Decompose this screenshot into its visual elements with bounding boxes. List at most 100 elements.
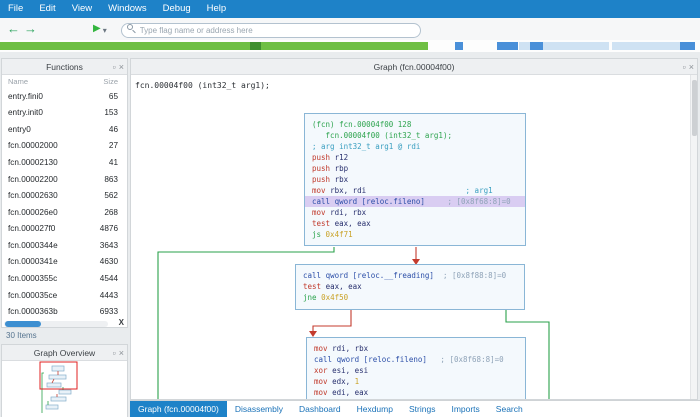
graph-undock-icon[interactable]: ▫ bbox=[683, 59, 686, 75]
asm-line[interactable]: xor esi, esi bbox=[314, 365, 518, 376]
asm-line[interactable]: test eax, eax bbox=[312, 218, 518, 229]
memory-segment[interactable] bbox=[530, 42, 543, 50]
tab-graph-fcn-00004f00[interactable]: Graph (fcn.00004f00) bbox=[130, 401, 227, 417]
tab-disassembly[interactable]: Disassembly bbox=[227, 401, 291, 417]
menu-file[interactable]: File bbox=[0, 0, 31, 18]
hscrollbar-track[interactable] bbox=[4, 321, 108, 327]
hscrollbar-thumb[interactable] bbox=[5, 321, 41, 327]
graph-overview-minimap[interactable] bbox=[2, 361, 127, 417]
graph-overview-title: Graph Overview bbox=[34, 348, 95, 358]
asm-line[interactable]: (fcn) fcn.00004f00 128 bbox=[312, 119, 518, 130]
play-dropdown-icon[interactable]: ▾ bbox=[103, 26, 107, 35]
play-button[interactable]: ▶ bbox=[93, 19, 101, 39]
tab-hexdump[interactable]: Hexdump bbox=[349, 401, 401, 417]
filter-close-button[interactable]: X bbox=[119, 318, 124, 327]
asm-line[interactable]: ; arg int32_t arg1 @ rdi bbox=[312, 141, 518, 152]
asm-line[interactable]: js 0x4f71 bbox=[312, 229, 518, 240]
asm-line[interactable]: jne 0x4f50 bbox=[303, 292, 517, 303]
asm-line[interactable]: call qword [reloc.__freading] ; [0x8f88:… bbox=[303, 270, 517, 281]
memory-segment[interactable] bbox=[543, 42, 609, 50]
memory-segment[interactable] bbox=[250, 42, 261, 50]
graph-block[interactable]: (fcn) fcn.00004f00 128 fcn.00004f00 (int… bbox=[304, 113, 526, 246]
memory-segment[interactable] bbox=[612, 42, 680, 50]
search-box bbox=[121, 20, 421, 38]
function-row[interactable]: fcn.000027f04876 bbox=[2, 221, 127, 238]
asm-line[interactable]: push r12 bbox=[312, 152, 518, 163]
graph-block[interactable]: mov rdi, rbxcall qword [reloc.fileno] ; … bbox=[306, 337, 526, 399]
functions-count: 30 Items bbox=[6, 331, 37, 340]
function-row[interactable]: fcn.000026e0268 bbox=[2, 204, 127, 221]
asm-line[interactable]: fcn.00004f00 (int32_t arg1); bbox=[312, 130, 518, 141]
asm-line[interactable]: mov edi, eax bbox=[314, 387, 518, 398]
asm-line[interactable]: mov rbx, rdi ; arg1 bbox=[312, 185, 518, 196]
column-name[interactable]: Name bbox=[8, 77, 28, 86]
menu-debug[interactable]: Debug bbox=[155, 0, 199, 18]
function-row[interactable]: fcn.0000200027 bbox=[2, 138, 127, 155]
function-name: fcn.0000344e bbox=[8, 241, 58, 250]
function-name: fcn.0000341e bbox=[8, 257, 58, 266]
function-row[interactable]: entry.init0153 bbox=[2, 105, 127, 122]
memory-segment[interactable] bbox=[519, 42, 530, 50]
tab-dashboard[interactable]: Dashboard bbox=[291, 401, 349, 417]
memory-map[interactable] bbox=[0, 40, 700, 52]
function-row[interactable]: fcn.0000213041 bbox=[2, 154, 127, 171]
tab-strings[interactable]: Strings bbox=[401, 401, 443, 417]
asm-line[interactable]: push rbp bbox=[312, 163, 518, 174]
graph-canvas[interactable]: fcn.00004f00 (int32_t arg1); (fcn) fcn.0… bbox=[131, 75, 697, 399]
memory-segment[interactable] bbox=[0, 42, 250, 50]
function-row[interactable]: fcn.00002630562 bbox=[2, 187, 127, 204]
function-name: fcn.0000355c bbox=[8, 274, 57, 283]
functions-column-header[interactable]: Name Size bbox=[2, 75, 127, 88]
memory-segment[interactable] bbox=[455, 42, 463, 50]
graph-overview-panel: Graph Overview ▫ × bbox=[1, 344, 128, 417]
asm-line[interactable]: mov rdi, rbx bbox=[312, 207, 518, 218]
menu-view[interactable]: View bbox=[64, 0, 100, 18]
functions-hscrollbar[interactable]: X bbox=[2, 320, 127, 328]
asm-line[interactable]: test eax, eax bbox=[303, 281, 517, 292]
function-row[interactable]: fcn.00002200863 bbox=[2, 171, 127, 188]
graph-close-icon[interactable]: × bbox=[689, 59, 694, 75]
function-row[interactable]: fcn.0000355c4544 bbox=[2, 270, 127, 287]
asm-line[interactable]: mov rdi, rbx bbox=[314, 343, 518, 354]
asm-line[interactable]: call qword [reloc.fileno] ; [0x8f68:8]=0 bbox=[314, 354, 518, 365]
function-row[interactable]: entry.fini065 bbox=[2, 88, 127, 105]
function-row[interactable]: entry046 bbox=[2, 121, 127, 138]
function-size: 3643 bbox=[100, 241, 118, 250]
function-row[interactable]: fcn.0000363b6933 bbox=[2, 303, 127, 320]
function-name: entry0 bbox=[8, 125, 31, 134]
function-row[interactable]: fcn.000035ce4443 bbox=[2, 287, 127, 304]
search-input[interactable] bbox=[121, 23, 421, 38]
memory-segment[interactable] bbox=[680, 42, 695, 50]
asm-line[interactable]: mov edx, 1 bbox=[314, 376, 518, 387]
functions-panel-header: Functions ▫ × bbox=[2, 59, 127, 75]
graph-panel-title: Graph (fcn.00004f00) bbox=[374, 62, 455, 72]
functions-close-icon[interactable]: × bbox=[119, 59, 124, 75]
overview-undock-icon[interactable]: ▫ bbox=[113, 345, 116, 361]
menu-help[interactable]: Help bbox=[199, 0, 235, 18]
functions-panel: Functions ▫ × Name Size entry.fini065ent… bbox=[1, 58, 128, 328]
memory-segment[interactable] bbox=[497, 42, 518, 50]
asm-line[interactable]: call qword [reloc.fileno] ; [0x8f68:8]=0 bbox=[305, 196, 525, 207]
graph-vscrollbar[interactable] bbox=[690, 75, 697, 399]
graph-panel: Graph (fcn.00004f00) ▫ × fcn.00004f00 (i… bbox=[130, 58, 698, 400]
function-row[interactable]: fcn.0000341e4630 bbox=[2, 254, 127, 271]
asm-line[interactable]: push rbx bbox=[312, 174, 518, 185]
vscrollbar-thumb[interactable] bbox=[692, 80, 697, 136]
menu-edit[interactable]: Edit bbox=[31, 0, 63, 18]
functions-undock-icon[interactable]: ▫ bbox=[113, 59, 116, 75]
memory-segment[interactable] bbox=[261, 42, 428, 50]
menu-windows[interactable]: Windows bbox=[100, 0, 155, 18]
function-name: fcn.00002630 bbox=[8, 191, 58, 200]
column-size[interactable]: Size bbox=[103, 77, 118, 86]
tab-imports[interactable]: Imports bbox=[443, 401, 487, 417]
forward-button[interactable]: → bbox=[24, 19, 37, 39]
function-name: fcn.00002130 bbox=[8, 158, 58, 167]
functions-panel-title: Functions bbox=[46, 62, 83, 72]
graph-block[interactable]: call qword [reloc.__freading] ; [0x8f88:… bbox=[295, 264, 525, 310]
tab-search[interactable]: Search bbox=[488, 401, 531, 417]
overview-close-icon[interactable]: × bbox=[119, 345, 124, 361]
back-button[interactable]: ← bbox=[7, 19, 20, 39]
menubar: FileEditViewWindowsDebugHelp bbox=[0, 0, 700, 18]
graph-overview-header: Graph Overview ▫ × bbox=[2, 345, 127, 361]
function-row[interactable]: fcn.0000344e 3643 bbox=[2, 237, 127, 254]
